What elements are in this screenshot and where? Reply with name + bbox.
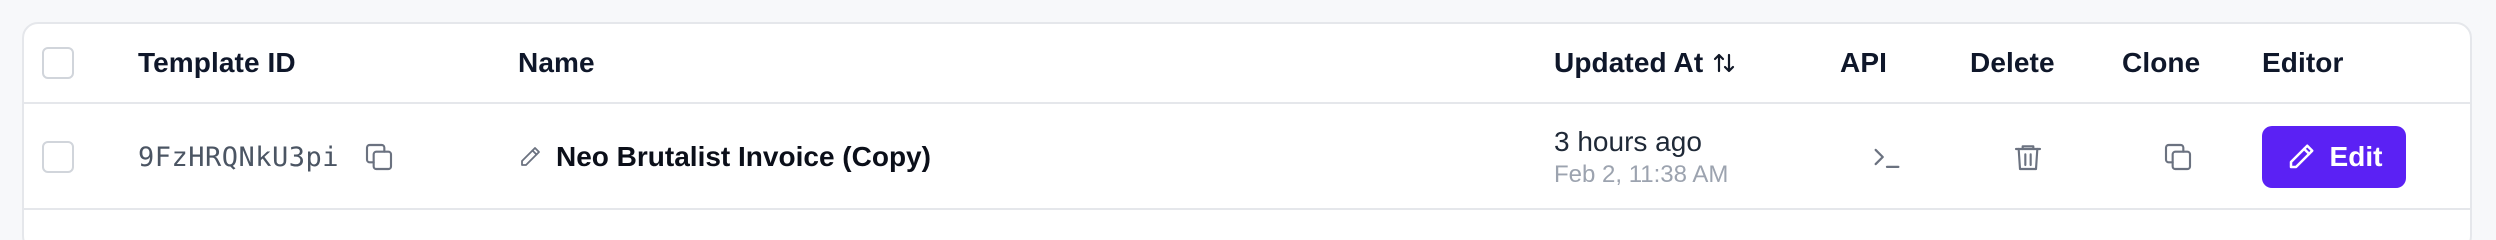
header-api-cell: API xyxy=(1840,24,1887,102)
header-api: API xyxy=(1840,47,1887,78)
header-clone-cell: Clone xyxy=(2122,24,2200,102)
updated-at-cell: 3 hours ago Feb 2, 11:38 AM xyxy=(1554,106,1728,208)
edit-button-label: Edit xyxy=(2329,141,2383,172)
row-select-cell xyxy=(42,106,74,208)
header-template-id: Template ID xyxy=(138,47,296,78)
header-updated-at-cell[interactable]: Updated At xyxy=(1554,24,1735,102)
header-delete-cell: Delete xyxy=(1970,24,2055,102)
clone-icon[interactable] xyxy=(2162,141,2194,173)
edit-button[interactable]: Edit xyxy=(2262,126,2406,188)
editor-cell: Edit xyxy=(2262,106,2406,208)
pencil-icon xyxy=(2286,142,2316,172)
updated-relative: 3 hours ago xyxy=(1554,126,1702,157)
table-header-row: Template ID Name Updated At API Delete C… xyxy=(24,24,2470,104)
header-name-cell: Name xyxy=(518,24,595,102)
terminal-icon[interactable] xyxy=(1870,140,1904,174)
header-name: Name xyxy=(518,47,595,78)
delete-cell xyxy=(2012,106,2044,208)
table-row: 9FzHRQNkU3pi Neo Brutalist Invoice (Copy… xyxy=(24,106,2470,210)
header-editor-cell: Editor xyxy=(2262,24,2343,102)
pencil-icon[interactable] xyxy=(518,145,542,169)
header-editor: Editor xyxy=(2262,47,2344,78)
copy-icon[interactable] xyxy=(363,141,395,173)
header-clone: Clone xyxy=(2122,47,2201,78)
template-id-value: 9FzHRQNkU3pi xyxy=(138,141,340,173)
templates-table: Template ID Name Updated At API Delete C… xyxy=(22,22,2472,240)
trash-icon[interactable] xyxy=(2012,141,2044,173)
header-updated-at[interactable]: Updated At xyxy=(1554,47,1703,79)
select-all-checkbox[interactable] xyxy=(42,47,74,79)
name-cell: Neo Brutalist Invoice (Copy) xyxy=(518,106,931,208)
sort-arrows-icon[interactable] xyxy=(1713,51,1735,75)
api-cell xyxy=(1870,106,1904,208)
clone-cell xyxy=(2162,106,2194,208)
updated-absolute: Feb 2, 11:38 AM xyxy=(1554,161,1729,188)
select-all-cell xyxy=(42,24,74,102)
template-name[interactable]: Neo Brutalist Invoice (Copy) xyxy=(556,141,931,173)
header-template-id-cell: Template ID xyxy=(138,24,296,102)
row-checkbox[interactable] xyxy=(42,141,74,173)
template-id-cell: 9FzHRQNkU3pi xyxy=(138,106,395,208)
header-delete: Delete xyxy=(1970,47,2055,78)
